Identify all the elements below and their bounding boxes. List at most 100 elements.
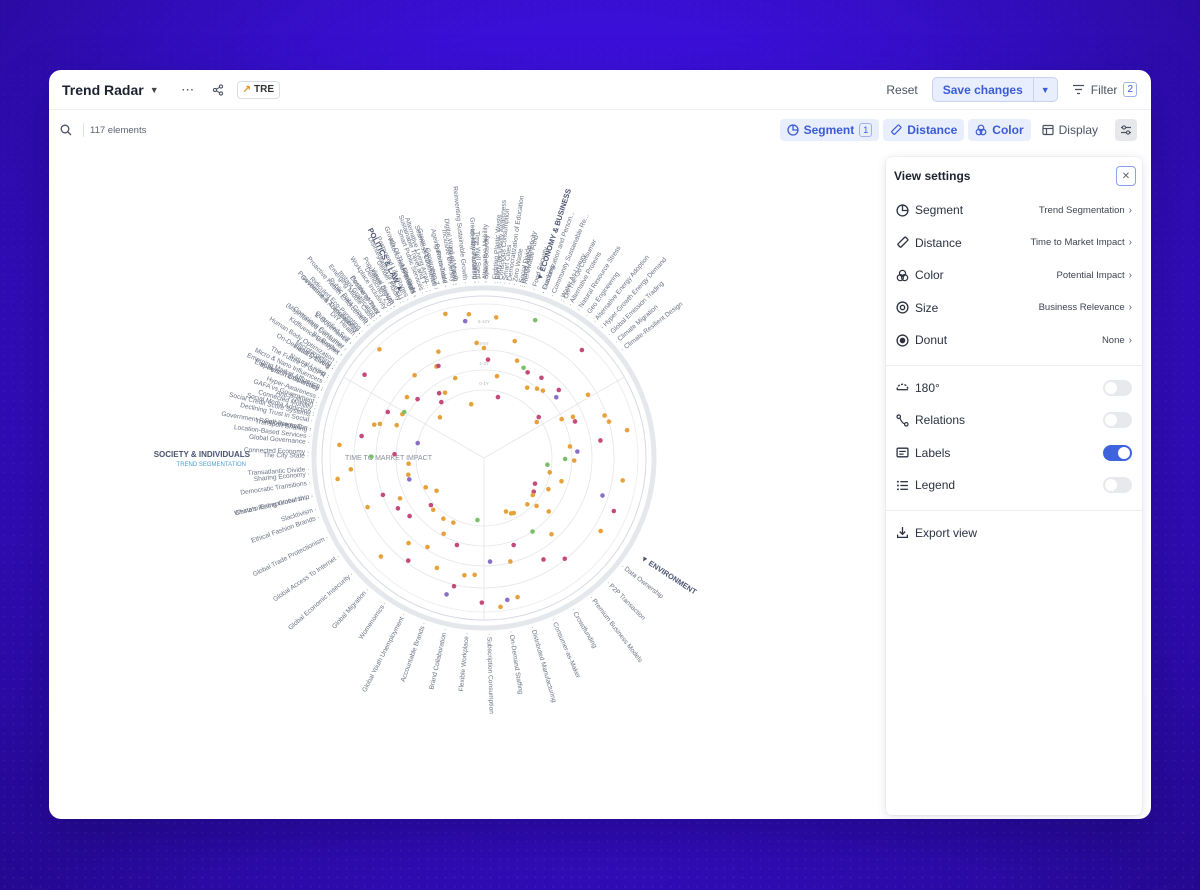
radar-trend-dot[interactable] bbox=[472, 572, 477, 578]
save-options-dropdown[interactable]: ▼ bbox=[1032, 78, 1057, 101]
radar-trend-dot[interactable] bbox=[541, 557, 546, 562]
radar-trend-dot[interactable] bbox=[559, 478, 564, 484]
radar-trend-dot[interactable] bbox=[512, 338, 518, 344]
radar-trend-dot[interactable] bbox=[462, 573, 467, 578]
radar-trend-dot[interactable] bbox=[392, 451, 397, 457]
radar-trend-dot[interactable] bbox=[539, 375, 544, 381]
radar-trend-dot[interactable] bbox=[511, 542, 516, 548]
radar-trend-dot[interactable] bbox=[525, 370, 530, 375]
radar-trend-dot[interactable] bbox=[369, 454, 374, 459]
radar-trend-label[interactable]: Brand Collaboration · bbox=[428, 628, 449, 690]
radar-trend-dot[interactable] bbox=[508, 511, 514, 516]
radar-trend-dot[interactable] bbox=[562, 556, 568, 562]
radar-trend-dot[interactable] bbox=[572, 419, 578, 424]
setting-distance[interactable]: Distance Time to Market Impact › bbox=[886, 227, 1142, 260]
reset-button[interactable]: Reset bbox=[886, 83, 917, 97]
radar-trend-label[interactable]: Womenomics · bbox=[358, 601, 389, 641]
radar-trend-dot[interactable] bbox=[545, 462, 550, 467]
segment-button[interactable]: Segment 1 bbox=[779, 119, 880, 141]
radar-trend-dot[interactable] bbox=[359, 433, 364, 439]
radar-trend-dot[interactable] bbox=[441, 531, 446, 537]
radar-trend-dot[interactable] bbox=[441, 516, 446, 521]
radar-trend-dot[interactable] bbox=[540, 388, 546, 393]
radar-trend-dot[interactable] bbox=[362, 372, 367, 377]
radar-trend-dot[interactable] bbox=[602, 413, 607, 418]
radar-trend-dot[interactable] bbox=[365, 504, 370, 510]
radar-trend-dot[interactable] bbox=[423, 485, 429, 490]
radar-trend-dot[interactable] bbox=[495, 394, 501, 400]
toggle-legend[interactable]: Legend bbox=[886, 469, 1142, 502]
toggle-switch[interactable] bbox=[1103, 477, 1132, 494]
distance-button[interactable]: Distance bbox=[883, 119, 965, 141]
save-changes-button[interactable]: Save changes bbox=[933, 78, 1033, 101]
toggle-labels[interactable]: Labels bbox=[886, 437, 1142, 470]
radar-trend-dot[interactable] bbox=[474, 340, 479, 346]
radar-trend-dot[interactable] bbox=[611, 508, 617, 514]
radar-trend-dot[interactable] bbox=[521, 365, 526, 371]
radar-trend-dot[interactable] bbox=[404, 394, 410, 400]
radar-trend-dot[interactable] bbox=[598, 528, 603, 534]
radar-trend-dot[interactable] bbox=[530, 529, 535, 534]
radar-trend-dot[interactable] bbox=[620, 478, 625, 483]
radar-trend-dot[interactable] bbox=[443, 311, 448, 317]
radar-trend-dot[interactable] bbox=[439, 399, 444, 405]
radar-trend-dot[interactable] bbox=[395, 506, 401, 511]
radar-trend-dot[interactable] bbox=[481, 345, 487, 351]
radar-trend-dot[interactable] bbox=[532, 317, 538, 323]
radar-trend-dot[interactable] bbox=[514, 358, 520, 364]
trend-badge[interactable]: ↗ TRE bbox=[236, 80, 281, 99]
radar-trend-dot[interactable] bbox=[534, 419, 540, 425]
radar-trend-dot[interactable] bbox=[468, 401, 474, 407]
radar-trend-dot[interactable] bbox=[485, 357, 491, 362]
view-settings-toggle[interactable] bbox=[1115, 119, 1137, 141]
radar-trend-dot[interactable] bbox=[412, 373, 417, 378]
radar-trend-label[interactable]: Global Migration · bbox=[331, 587, 371, 631]
radar-trend-dot[interactable] bbox=[503, 509, 509, 514]
radar-trend-dot[interactable] bbox=[442, 390, 448, 395]
radar-trend-dot[interactable] bbox=[479, 600, 485, 605]
radar-trend-dot[interactable] bbox=[598, 438, 603, 443]
radar-trend-dot[interactable] bbox=[348, 467, 354, 472]
setting-donut[interactable]: Donut None › bbox=[886, 324, 1142, 357]
radar-trend-dot[interactable] bbox=[451, 520, 456, 525]
radar-trend-dot[interactable] bbox=[534, 503, 539, 509]
filter-button[interactable]: Filter 2 bbox=[1072, 82, 1137, 97]
radar-trend-dot[interactable] bbox=[549, 531, 554, 537]
toggle-switch[interactable] bbox=[1103, 444, 1132, 461]
radar-trend-dot[interactable] bbox=[380, 492, 386, 498]
share-icon[interactable] bbox=[207, 79, 229, 101]
radar-trend-dot[interactable] bbox=[377, 347, 382, 352]
radar-trend-label[interactable]: · P2P Transaction bbox=[605, 580, 647, 622]
radar-trend-label[interactable]: · On-Demand Staffing bbox=[507, 630, 524, 695]
color-button[interactable]: Color bbox=[968, 119, 1031, 141]
radar-trend-dot[interactable] bbox=[437, 415, 443, 420]
radar-trend-label[interactable]: Accountable Brands · bbox=[400, 621, 428, 683]
radar-trend-dot[interactable] bbox=[585, 392, 591, 398]
radar-trend-dot[interactable] bbox=[570, 414, 576, 420]
radar-trend-dot[interactable] bbox=[371, 422, 377, 427]
radar-trend-dot[interactable] bbox=[600, 493, 605, 498]
radar-trend-dot[interactable] bbox=[532, 481, 538, 486]
display-button[interactable]: Display bbox=[1035, 119, 1105, 141]
radar-trend-dot[interactable] bbox=[452, 375, 458, 381]
radar-trend-dot[interactable] bbox=[405, 558, 411, 563]
search-icon[interactable] bbox=[57, 124, 75, 136]
radar-title-dropdown[interactable]: Trend Radar ▼ bbox=[62, 82, 159, 98]
close-icon[interactable]: ✕ bbox=[1116, 166, 1136, 186]
radar-trend-dot[interactable] bbox=[430, 507, 436, 513]
radar-trend-dot[interactable] bbox=[534, 386, 540, 391]
toggle-relations[interactable]: Relations bbox=[886, 404, 1142, 437]
radar-trend-dot[interactable] bbox=[556, 387, 562, 393]
radar-trend-dot[interactable] bbox=[407, 513, 412, 519]
radar-trend-label[interactable]: · Distributed Manufacturing bbox=[529, 625, 558, 703]
radar-trend-dot[interactable] bbox=[394, 422, 400, 428]
radar-trend-dot[interactable] bbox=[454, 542, 460, 548]
radar-trend-dot[interactable] bbox=[525, 502, 530, 507]
setting-segment[interactable]: Segment Trend Segmentation › bbox=[886, 194, 1142, 227]
radar-trend-dot[interactable] bbox=[559, 416, 564, 422]
radar-trend-dot[interactable] bbox=[425, 544, 430, 550]
radar-trend-dot[interactable] bbox=[436, 349, 441, 354]
radar-trend-dot[interactable] bbox=[436, 390, 442, 396]
radar-trend-dot[interactable] bbox=[530, 492, 536, 498]
radar-trend-dot[interactable] bbox=[444, 592, 449, 597]
